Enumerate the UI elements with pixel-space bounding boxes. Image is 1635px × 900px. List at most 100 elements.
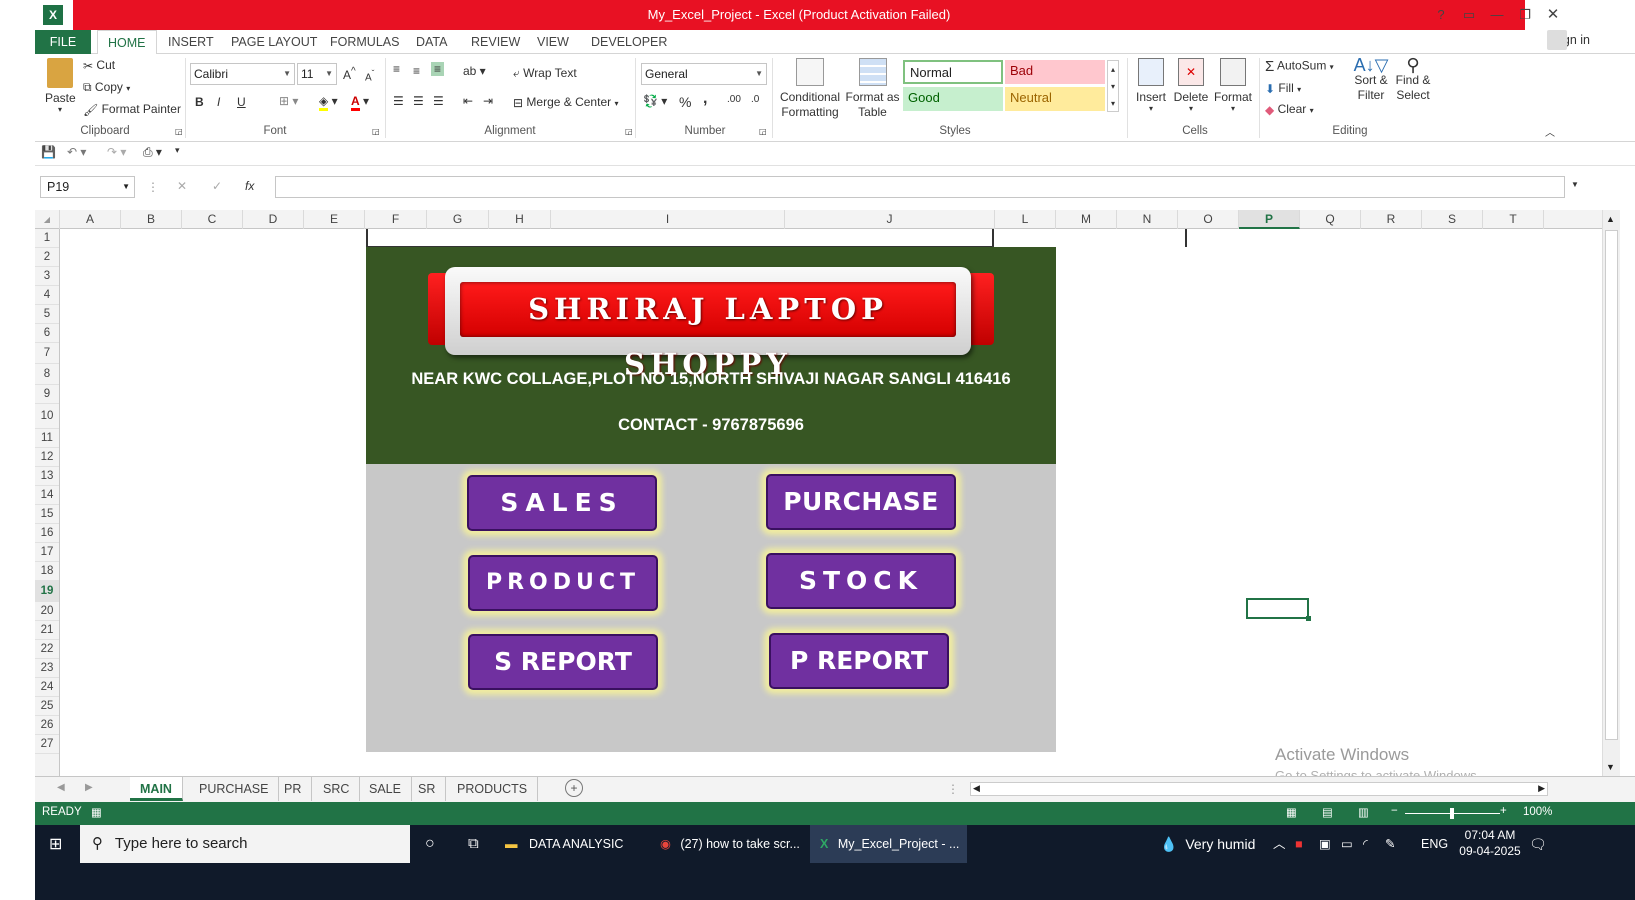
page-break-view-icon[interactable]: ▥	[1358, 805, 1369, 819]
user-avatar-icon[interactable]	[1547, 30, 1567, 50]
bottom-align-icon[interactable]: ≡	[431, 62, 445, 76]
column-header-s[interactable]: S	[1422, 210, 1483, 229]
row-header-4[interactable]: 4	[35, 286, 59, 305]
dialog-launcher-icon[interactable]: ◲	[372, 127, 380, 136]
row-header-20[interactable]: 20	[35, 602, 59, 621]
column-header-a[interactable]: A	[60, 210, 121, 229]
row-header-7[interactable]: 7	[35, 343, 59, 364]
row-header-6[interactable]: 6	[35, 324, 59, 343]
increase-decimal-icon[interactable]: .00	[727, 94, 741, 105]
percent-style-button[interactable]: %	[679, 94, 691, 110]
row-header-11[interactable]: 11	[35, 429, 59, 448]
purchase-button[interactable]: PURCHASE	[766, 474, 956, 530]
stock-button[interactable]: STOCK	[766, 553, 956, 609]
fill-handle[interactable]	[1306, 616, 1311, 621]
tab-page-layout[interactable]: PAGE LAYOUT	[231, 30, 317, 54]
select-all-corner[interactable]: ◢	[35, 210, 60, 229]
tray-app-icon[interactable]: ■	[1295, 825, 1303, 863]
sheet-tab-pr[interactable]: PR	[274, 777, 313, 801]
p-report-button[interactable]: P REPORT	[769, 633, 949, 689]
row-header-18[interactable]: 18	[35, 562, 59, 581]
scroll-tabs-right-icon[interactable]: ▶	[85, 782, 93, 793]
bold-button[interactable]: B	[195, 95, 204, 109]
row-header-21[interactable]: 21	[35, 621, 59, 640]
meet-now-icon[interactable]: ▣	[1319, 825, 1331, 863]
minimize-icon[interactable]: —	[1483, 4, 1511, 26]
horizontal-scrollbar[interactable]: ◀ ▶	[970, 782, 1548, 796]
row-header-25[interactable]: 25	[35, 697, 59, 716]
battery-icon[interactable]: ▭	[1341, 825, 1353, 863]
taskbar-folder-app[interactable]: ▬ DATA ANALYSIC	[505, 825, 623, 863]
active-cell[interactable]	[1246, 598, 1311, 621]
tab-developer[interactable]: DEVELOPER	[591, 30, 667, 54]
row-header-1[interactable]: 1	[35, 229, 59, 248]
column-header-t[interactable]: T	[1483, 210, 1544, 229]
row-header-2[interactable]: 2	[35, 248, 59, 267]
underline-button[interactable]: U	[237, 95, 246, 109]
column-header-c[interactable]: C	[182, 210, 243, 229]
column-header-n[interactable]: N	[1117, 210, 1178, 229]
format-painter-button[interactable]: 🖌 Format Painter	[83, 102, 181, 117]
zoom-out-icon[interactable]: −	[1391, 805, 1398, 817]
column-header-i[interactable]: I	[551, 210, 785, 229]
column-header-f[interactable]: F	[365, 210, 427, 229]
column-header-e[interactable]: E	[304, 210, 365, 229]
tab-formulas[interactable]: FORMULAS	[330, 30, 399, 54]
sheet-tab-sale[interactable]: SALE	[359, 777, 412, 801]
style-neutral[interactable]: Neutral	[1005, 87, 1105, 111]
align-center-icon[interactable]: ☰	[413, 94, 424, 108]
style-good[interactable]: Good	[903, 87, 1003, 111]
tab-splitter-icon[interactable]: ⋮	[947, 782, 959, 796]
increase-font-size-icon[interactable]: A^	[343, 66, 356, 82]
font-size-combo[interactable]: 11 ▼	[297, 63, 337, 85]
clear-button[interactable]: ◆ Clear ▾	[1265, 102, 1314, 117]
borders-icon[interactable]: ⊞ ▾	[279, 94, 298, 108]
autosum-button[interactable]: Σ AutoSum ▾	[1265, 58, 1334, 75]
fill-button[interactable]: ⬇ Fill ▾	[1265, 81, 1301, 96]
dialog-launcher-icon[interactable]: ◲	[625, 127, 633, 136]
style-bad[interactable]: Bad	[1005, 60, 1105, 84]
scroll-tabs-left-icon[interactable]: ◀	[57, 782, 65, 793]
column-header-m[interactable]: M	[1056, 210, 1117, 229]
weather-widget[interactable]: 💧 Very humid	[1160, 825, 1255, 863]
column-header-p[interactable]: P	[1239, 210, 1300, 229]
task-view-icon[interactable]: ⧉	[468, 825, 479, 863]
scroll-right-icon[interactable]: ▶	[1538, 783, 1545, 794]
enter-formula-icon[interactable]: ✓	[212, 179, 222, 193]
taskbar-search[interactable]: ⚲ Type here to search	[80, 825, 410, 863]
network-icon[interactable]: ◜	[1363, 825, 1368, 863]
dialog-launcher-icon[interactable]: ◲	[759, 127, 767, 136]
sheet-tab-products[interactable]: PRODUCTS	[447, 777, 539, 801]
scroll-up-icon[interactable]: ▲	[1606, 214, 1615, 224]
sheet-tab-purchase[interactable]: PURCHASE	[189, 777, 280, 801]
product-button[interactable]: PRODUCT	[468, 555, 658, 611]
zoom-level[interactable]: 100%	[1523, 806, 1552, 818]
column-header-d[interactable]: D	[243, 210, 304, 229]
fill-color-icon[interactable]: ◈ ▾	[319, 94, 338, 111]
cortana-icon[interactable]: ○	[425, 825, 435, 863]
zoom-slider-thumb[interactable]	[1450, 808, 1454, 819]
cancel-formula-icon[interactable]: ✕	[177, 179, 187, 193]
row-header-27[interactable]: 27	[35, 735, 59, 754]
macro-record-icon[interactable]: ▦	[91, 805, 102, 819]
row-header-15[interactable]: 15	[35, 505, 59, 524]
column-header-r[interactable]: R	[1361, 210, 1422, 229]
sales-button[interactable]: SALES	[467, 475, 657, 531]
font-name-combo[interactable]: Calibri ▼	[190, 63, 295, 85]
column-header-h[interactable]: H	[489, 210, 551, 229]
column-header-j[interactable]: J	[785, 210, 995, 229]
number-format-combo[interactable]: General ▼	[641, 63, 767, 85]
notifications-icon[interactable]: 🗨	[1529, 825, 1547, 863]
row-header-19[interactable]: 19	[35, 581, 59, 602]
scroll-down-icon[interactable]: ▼	[1606, 762, 1615, 772]
tab-data[interactable]: DATA	[416, 30, 447, 54]
row-header-13[interactable]: 13	[35, 467, 59, 486]
copy-button[interactable]: ⧉ Copy ▾	[83, 80, 130, 95]
sort-filter-button[interactable]: A↓▽ Sort & Filter	[1351, 56, 1391, 103]
sheet-tab-src[interactable]: SRC	[313, 777, 361, 801]
collapse-ribbon-icon[interactable]: ︿	[1545, 124, 1555, 139]
row-header-10[interactable]: 10	[35, 404, 59, 429]
format-as-table-button[interactable]: Format as Table	[845, 58, 900, 120]
clock[interactable]: 07:04 AM 09-04-2025	[1458, 827, 1522, 859]
column-header-l[interactable]: L	[995, 210, 1056, 229]
